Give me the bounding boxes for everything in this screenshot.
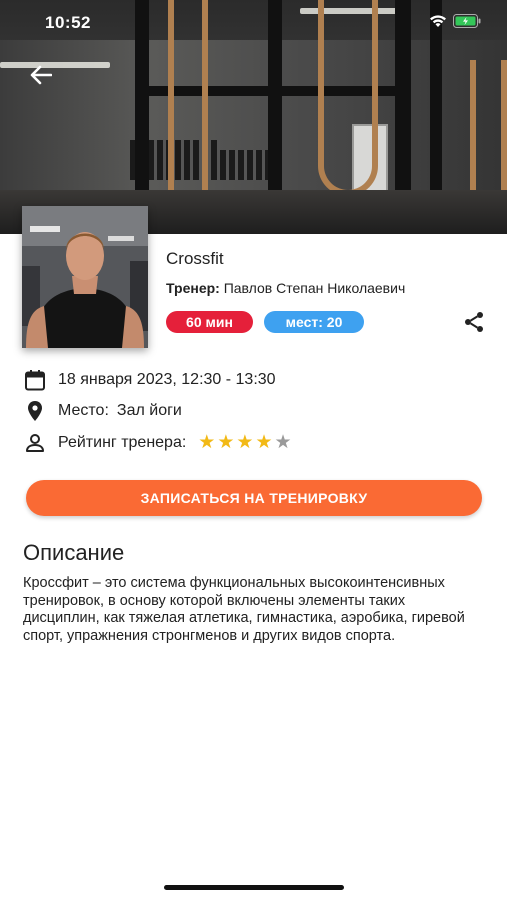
sign-up-button[interactable]: ЗАПИСАТЬСЯ НА ТРЕНИРОВКУ	[26, 480, 482, 516]
star-filled-icon: ★	[236, 432, 254, 453]
back-button[interactable]	[26, 62, 56, 92]
star-empty-icon: ★	[274, 432, 292, 453]
battery-icon	[453, 14, 481, 28]
share-button[interactable]	[462, 310, 486, 334]
rating-row: Рейтинг тренера: ★ ★ ★ ★ ★	[22, 430, 292, 456]
rating-stars: ★ ★ ★ ★ ★	[198, 433, 291, 453]
trainer-label: Тренер:	[166, 280, 220, 296]
star-filled-icon: ★	[217, 432, 235, 453]
home-indicator	[164, 885, 344, 890]
trainer-line: Тренер: Павлов Степан Николаевич	[166, 280, 405, 296]
status-time: 10:52	[45, 13, 91, 32]
calendar-icon	[22, 367, 48, 393]
place-row: Место: Зал йоги	[22, 398, 182, 424]
class-title: Crossfit	[166, 249, 224, 268]
place-value: Зал йоги	[116, 402, 182, 419]
duration-badge: 60 мин	[166, 311, 253, 333]
arrow-left-icon	[30, 65, 53, 90]
location-pin-icon	[22, 398, 48, 424]
status-icons	[429, 14, 481, 28]
climbing-rope	[470, 60, 507, 210]
trainer-avatar	[22, 206, 148, 348]
date-row: 18 января 2023, 12:30 - 13:30	[22, 367, 276, 393]
places-badge: мест: 20	[264, 311, 364, 333]
person-icon	[22, 430, 48, 456]
wifi-icon	[429, 14, 447, 28]
description-heading: Описание	[23, 540, 125, 565]
share-icon	[462, 312, 486, 338]
status-bar: 10:52	[0, 0, 507, 46]
star-filled-icon: ★	[255, 432, 273, 453]
rating-label: Рейтинг тренера:	[58, 434, 187, 451]
description-text: Кроссфит – это система функциональных вы…	[23, 575, 465, 644]
place-label: Место:	[58, 402, 109, 419]
date-time-text: 18 января 2023, 12:30 - 13:30	[58, 371, 276, 388]
trainer-name: Павлов Степан Николаевич	[223, 280, 406, 296]
star-filled-icon: ★	[198, 432, 216, 453]
